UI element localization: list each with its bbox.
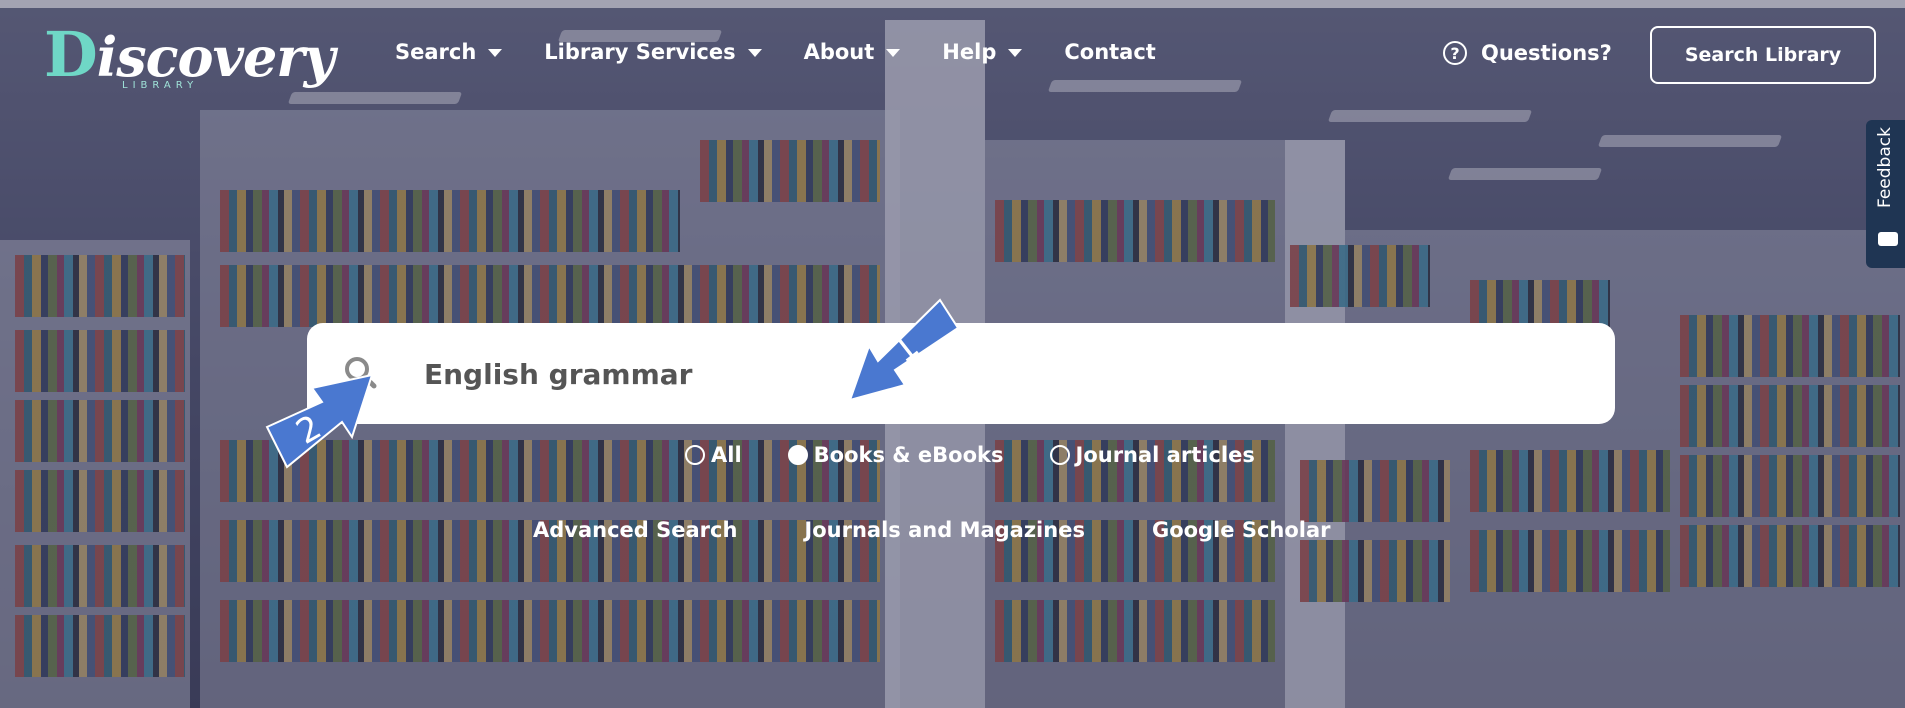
discovery-library-logo[interactable]: Discovery LIBRARY — [44, 18, 335, 93]
nav-label: About — [803, 40, 875, 64]
google-scholar-link[interactable]: Google Scholar — [1152, 518, 1331, 542]
radio-circle — [787, 445, 808, 465]
nav-label: Contact — [1064, 40, 1156, 64]
nav-search[interactable]: Search — [395, 40, 503, 64]
nav-about[interactable]: About — [804, 40, 901, 64]
chat-icon — [1878, 232, 1898, 246]
journals-magazines-link[interactable]: Journals and Magazines — [804, 518, 1085, 542]
logo-initial: D — [44, 18, 98, 91]
nav-label: Search — [395, 40, 477, 64]
radio-books-ebooks[interactable]: Books & eBooks — [787, 443, 1004, 467]
feedback-tab[interactable]: Feedback — [1866, 120, 1905, 268]
annotation-arrow-2 — [265, 373, 374, 469]
search-links: Advanced Search Journals and Magazines G… — [533, 518, 1398, 542]
chevron-down-icon — [886, 49, 901, 57]
nav-library-services[interactable]: Library Services — [544, 40, 762, 64]
nav-label: Help — [942, 40, 997, 64]
nav-help[interactable]: Help — [942, 40, 1023, 64]
main-nav: Search Library Services About Help Conta… — [395, 40, 1198, 64]
radio-circle — [685, 445, 705, 465]
logo-subtitle: LIBRARY — [122, 80, 199, 91]
chevron-down-icon — [1008, 49, 1023, 57]
radio-label: Books & eBooks — [813, 443, 1004, 467]
radio-circle — [1049, 445, 1070, 465]
question-circle-icon: ? — [1443, 41, 1467, 65]
radio-label: Journal articles — [1075, 443, 1255, 467]
search-library-button[interactable]: Search Library — [1650, 26, 1876, 84]
nav-label: Library Services — [544, 40, 736, 64]
questions-label: Questions? — [1481, 41, 1612, 65]
search-scope-radios: All Books & eBooks Journal articles — [685, 443, 1301, 467]
radio-journal-articles[interactable]: Journal articles — [1049, 443, 1255, 467]
feedback-label: Feedback — [1875, 127, 1895, 208]
nav-contact[interactable]: Contact — [1064, 40, 1156, 64]
radio-label: All — [711, 443, 742, 467]
questions-link[interactable]: ? Questions? — [1443, 41, 1612, 65]
chevron-down-icon — [488, 49, 503, 57]
advanced-search-link[interactable]: Advanced Search — [533, 518, 737, 542]
radio-all[interactable]: All — [685, 443, 742, 467]
search-input[interactable] — [422, 343, 1576, 405]
chevron-down-icon — [747, 49, 762, 57]
search-box — [307, 323, 1615, 424]
